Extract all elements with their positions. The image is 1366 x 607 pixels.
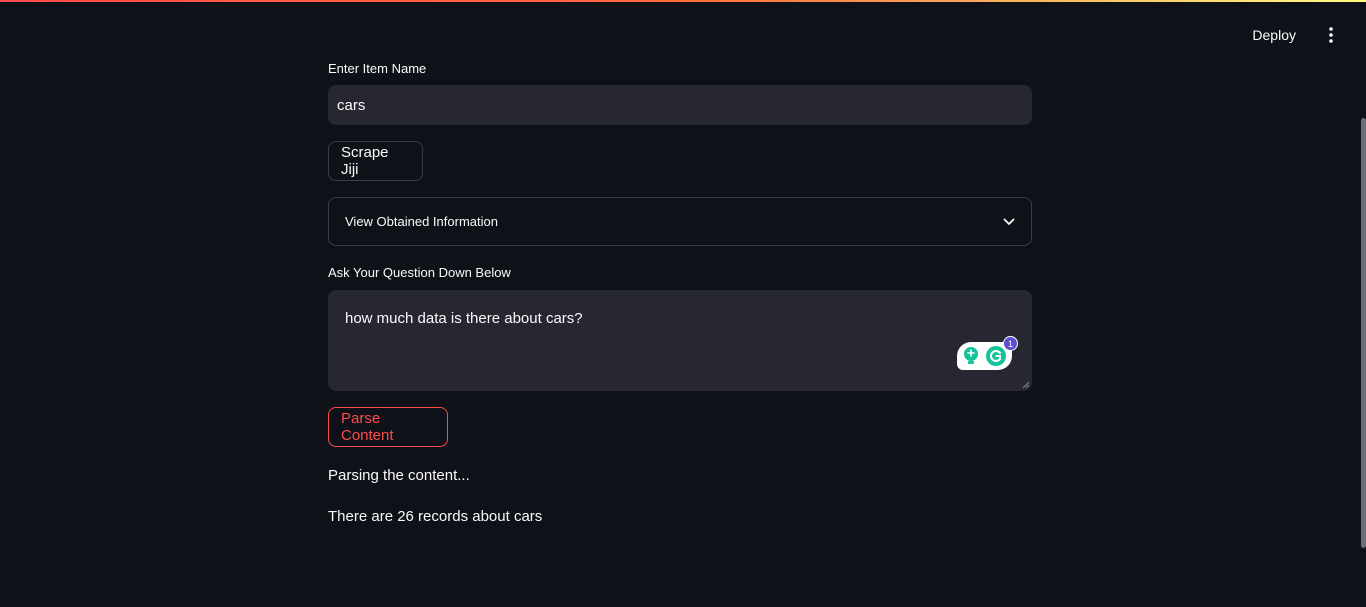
- grammarly-logo-icon: [985, 346, 1006, 366]
- grammarly-widget[interactable]: 1: [957, 336, 1018, 370]
- lightbulb-icon: [964, 347, 979, 364]
- view-obtained-information-expander[interactable]: View Obtained Information: [328, 197, 1032, 246]
- item-name-input[interactable]: cars: [328, 85, 1032, 125]
- resize-handle-icon[interactable]: [1022, 381, 1030, 389]
- item-name-value: cars: [337, 96, 366, 114]
- top-decoration-bar: [0, 0, 1366, 2]
- question-label: Ask Your Question Down Below: [328, 265, 511, 280]
- main-menu-button[interactable]: [1320, 24, 1342, 46]
- question-value: how much data is there about cars?: [345, 310, 583, 327]
- scrape-jiji-button[interactable]: Scrape Jiji: [328, 141, 423, 181]
- app-toolbar: Deploy: [1246, 24, 1342, 46]
- vertical-dots-icon: [1329, 27, 1333, 43]
- parse-content-button[interactable]: Parse Content: [328, 407, 448, 447]
- grammarly-suggestion-count: 1: [1003, 336, 1018, 351]
- question-textarea[interactable]: how much data is there about cars? 1: [328, 290, 1032, 391]
- expander-label: View Obtained Information: [345, 214, 498, 229]
- parsing-status-text: Parsing the content...: [328, 467, 470, 484]
- chevron-down-icon: [1003, 218, 1015, 225]
- page-scrollbar[interactable]: [1361, 118, 1366, 548]
- deploy-button[interactable]: Deploy: [1246, 25, 1302, 45]
- result-text: There are 26 records about cars: [328, 508, 543, 525]
- item-name-label: Enter Item Name: [328, 61, 427, 76]
